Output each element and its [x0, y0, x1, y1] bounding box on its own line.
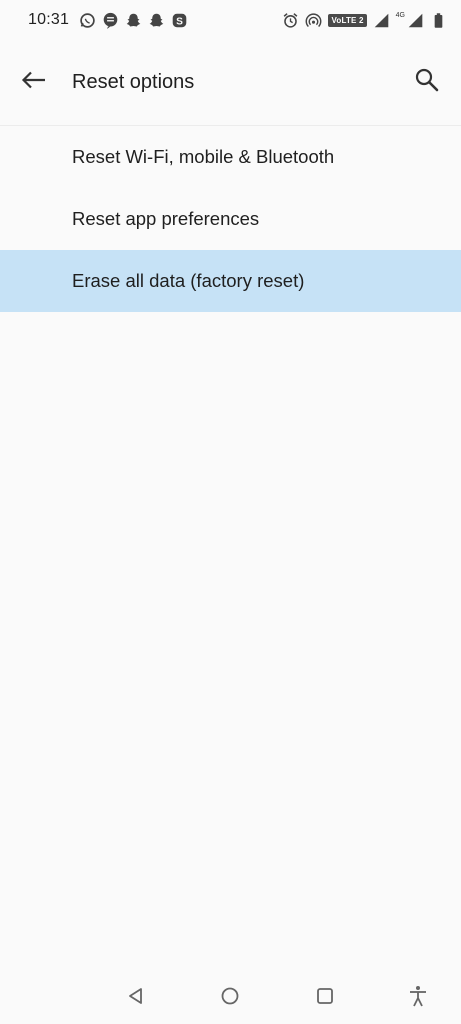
option-reset-network[interactable]: Reset Wi-Fi, mobile & Bluetooth	[0, 126, 461, 188]
nav-recents-button[interactable]	[307, 980, 343, 1016]
status-left: 10:31 S	[28, 11, 188, 29]
back-button[interactable]	[14, 63, 54, 103]
status-bar: 10:31 S VoLTE 2 4G	[0, 0, 461, 40]
network-type: 4G	[395, 11, 405, 19]
screen: 10:31 S VoLTE 2 4G Reset options Reset W…	[0, 0, 461, 1024]
option-label: Reset Wi-Fi, mobile & Bluetooth	[72, 146, 335, 167]
app-bar: Reset options	[0, 40, 461, 126]
battery-icon	[430, 12, 447, 29]
nav-accessibility-button[interactable]	[400, 980, 436, 1016]
status-right: VoLTE 2 4G	[282, 12, 447, 29]
snapchat-icon	[125, 12, 142, 29]
option-reset-app-preferences[interactable]: Reset app preferences	[0, 188, 461, 250]
option-label: Reset app preferences	[72, 208, 260, 229]
reset-options-list: Reset Wi-Fi, mobile & Bluetooth Reset ap…	[0, 126, 461, 312]
navigation-bar	[0, 972, 461, 1024]
skype-icon: S	[171, 12, 188, 29]
home-circle-icon	[220, 986, 240, 1011]
alarm-icon	[282, 12, 299, 29]
accessibility-icon	[408, 985, 428, 1012]
page-title: Reset options	[72, 71, 195, 93]
option-label: Erase all data (factory reset)	[72, 270, 305, 291]
arrow-left-icon	[21, 70, 47, 95]
search-icon	[413, 66, 441, 99]
svg-text:S: S	[176, 16, 183, 27]
nav-back-button[interactable]	[118, 980, 154, 1016]
signal-icon	[373, 12, 390, 29]
snapchat-icon	[148, 12, 165, 29]
recents-square-icon	[315, 986, 335, 1011]
back-triangle-icon	[126, 986, 146, 1011]
whatsapp-icon	[79, 12, 96, 29]
hotspot-icon	[305, 12, 322, 29]
signal-icon	[407, 12, 424, 29]
nav-home-button[interactable]	[212, 980, 248, 1016]
status-time: 10:31	[28, 11, 70, 28]
messaging-icon	[102, 12, 119, 29]
search-button[interactable]	[405, 61, 449, 105]
option-factory-reset[interactable]: Erase all data (factory reset)	[0, 250, 461, 312]
volte-badge: VoLTE 2	[328, 13, 367, 27]
